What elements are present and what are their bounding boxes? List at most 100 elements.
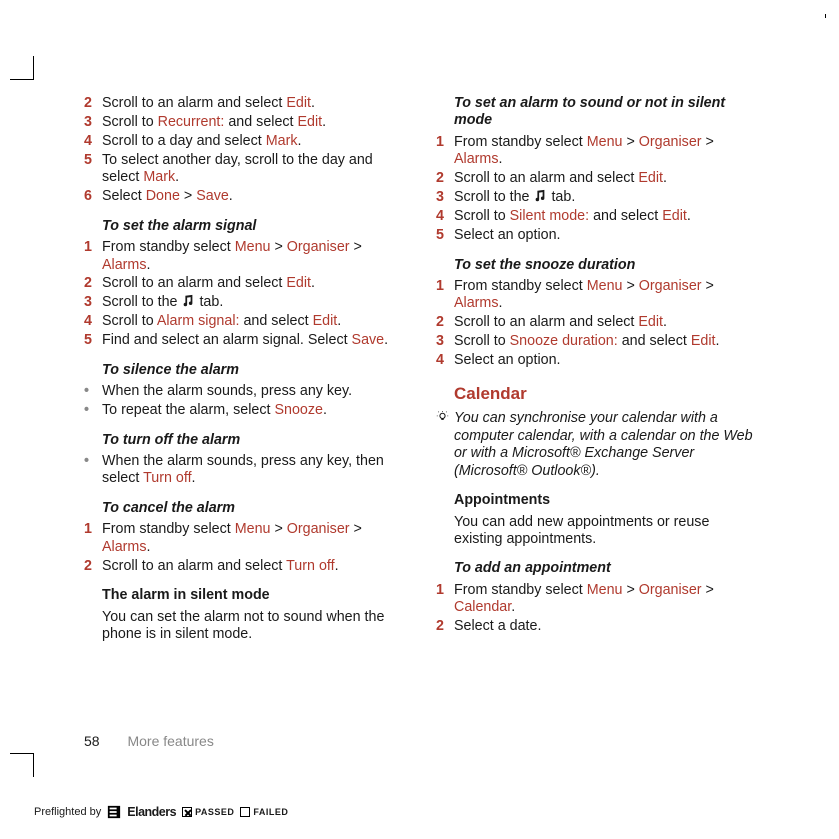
step-item: 2Scroll to an alarm and select Edit. (436, 314, 760, 331)
step-item: 4Scroll to Alarm signal: and select Edit… (84, 313, 408, 330)
bullet-item: •To repeat the alarm, select Snooze. (84, 402, 408, 419)
ui-term: Edit (286, 275, 311, 291)
step-number: 4 (84, 133, 102, 150)
step-number: 5 (84, 152, 102, 169)
text-appointments: You can add new appointments or reuse ex… (454, 514, 760, 549)
item-text: From standby select Menu > Organiser > A… (454, 278, 760, 313)
crop-mark-top-left (10, 56, 34, 80)
preflight-brand: Elanders (127, 805, 176, 819)
heading-alarm-silent-mode: The alarm in silent mode (102, 587, 408, 604)
step-number: 2 (436, 618, 454, 635)
step-number: 2 (84, 558, 102, 575)
ui-term: Snooze duration: (510, 333, 618, 349)
step-number: 3 (84, 114, 102, 131)
step-number: 3 (436, 189, 454, 206)
step-item: 2Scroll to an alarm and select Edit. (436, 170, 760, 187)
bullet-marker: • (84, 383, 102, 400)
ui-term: Mark (143, 169, 175, 185)
ui-term: Alarms (102, 539, 146, 555)
step-item: 1From standby select Menu > Organiser > … (436, 134, 760, 169)
tip-calendar-sync: You can synchronise your calendar with a… (436, 410, 760, 480)
elanders-logo-icon (107, 805, 121, 819)
page-number: 58 (84, 733, 100, 749)
ui-term: Menu (235, 521, 271, 537)
preflight-passed: PASSED (182, 807, 234, 817)
item-text: To repeat the alarm, select Snooze. (102, 402, 408, 419)
ui-term: Done (146, 188, 180, 204)
item-text: From standby select Menu > Organiser > A… (102, 521, 408, 556)
step-item: 6Select Done > Save. (84, 188, 408, 205)
ui-term: Organiser (287, 239, 350, 255)
step-number: 1 (436, 134, 454, 151)
ui-term: Edit (638, 314, 663, 330)
ui-term: Alarms (102, 257, 146, 273)
item-text: Scroll to the tab. (102, 294, 408, 311)
item-text: Scroll to an alarm and select Edit. (102, 275, 408, 292)
step-number: 5 (84, 332, 102, 349)
steps-cancel-alarm: 1From standby select Menu > Organiser > … (84, 521, 408, 575)
step-item: 5Select an option. (436, 227, 760, 244)
step-number: 1 (84, 239, 102, 256)
ui-term: Mark (266, 133, 298, 149)
item-text: Select an option. (454, 352, 760, 369)
step-number: 3 (436, 333, 454, 350)
item-text: Scroll to Silent mode: and select Edit. (454, 208, 760, 225)
step-item: 2Scroll to an alarm and select Turn off. (84, 558, 408, 575)
heading-snooze-duration: To set the snooze duration (454, 257, 760, 274)
step-item: 5To select another day, scroll to the da… (84, 152, 408, 187)
step-number: 1 (84, 521, 102, 538)
ui-term: Snooze (274, 402, 323, 418)
heading-set-alarm-signal: To set the alarm signal (102, 218, 408, 235)
item-text: From standby select Menu > Organiser > C… (454, 582, 760, 617)
item-text: Scroll to the tab. (454, 189, 760, 206)
ui-term: Menu (587, 278, 623, 294)
preflight-failed: FAILED (240, 807, 288, 817)
step-item: 3Scroll to the tab. (436, 189, 760, 206)
ui-term: Turn off (286, 558, 334, 574)
item-text: Find and select an alarm signal. Select … (102, 332, 408, 349)
step-item: 4Scroll to a day and select Mark. (84, 133, 408, 150)
ui-term: Organiser (287, 521, 350, 537)
item-text: Scroll to an alarm and select Edit. (454, 170, 760, 187)
ui-term: Alarms (454, 295, 498, 311)
step-item: 2Scroll to an alarm and select Edit. (84, 275, 408, 292)
step-item: 3Scroll to the tab. (84, 294, 408, 311)
ui-term: Edit (313, 313, 338, 329)
right-column: To set an alarm to sound or not in silen… (436, 95, 760, 643)
preflight-bar: Preflighted by Elanders PASSED FAILED (34, 805, 288, 819)
step-item: 1From standby select Menu > Organiser > … (436, 278, 760, 313)
preflight-label: Preflighted by (34, 806, 101, 818)
item-text: Select a date. (454, 618, 760, 635)
steps-add-appointment: 1From standby select Menu > Organiser > … (436, 582, 760, 636)
steps-set-alarm-signal: 1From standby select Menu > Organiser > … (84, 239, 408, 350)
heading-add-appointment: To add an appointment (454, 560, 760, 577)
bullets-silence-alarm: •When the alarm sounds, press any key.•T… (84, 383, 408, 419)
steps-snooze-duration: 1From standby select Menu > Organiser > … (436, 278, 760, 370)
step-number: 3 (84, 294, 102, 311)
ui-term: Menu (587, 134, 623, 150)
ui-term: Organiser (639, 582, 702, 598)
ui-term: Edit (298, 114, 323, 130)
item-text: From standby select Menu > Organiser > A… (102, 239, 408, 274)
bullet-marker: • (84, 402, 102, 419)
item-text: To select another day, scroll to the day… (102, 152, 408, 187)
step-item: 5Find and select an alarm signal. Select… (84, 332, 408, 349)
step-item: 1From standby select Menu > Organiser > … (84, 239, 408, 274)
bullets-turn-off-alarm: •When the alarm sounds, press any key, t… (84, 453, 408, 488)
ui-term: Alarms (454, 151, 498, 167)
item-text: Scroll to Recurrent: and select Edit. (102, 114, 408, 131)
tip-icon (436, 410, 454, 428)
steps-sound-silent-mode: 1From standby select Menu > Organiser > … (436, 134, 760, 245)
heading-appointments: Appointments (454, 492, 760, 509)
footer-section: More features (127, 733, 213, 749)
ui-term: Menu (587, 582, 623, 598)
step-item: 2Select a date. (436, 618, 760, 635)
item-text: Scroll to Snooze duration: and select Ed… (454, 333, 760, 350)
step-number: 2 (84, 95, 102, 112)
left-column: 2Scroll to an alarm and select Edit.3Scr… (84, 95, 408, 643)
heading-sound-silent-mode: To set an alarm to sound or not in silen… (454, 95, 760, 130)
step-item: 3Scroll to Snooze duration: and select E… (436, 333, 760, 350)
ui-term: Calendar (454, 599, 511, 615)
heading-turn-off-alarm: To turn off the alarm (102, 432, 408, 449)
step-item: 4Scroll to Silent mode: and select Edit. (436, 208, 760, 225)
